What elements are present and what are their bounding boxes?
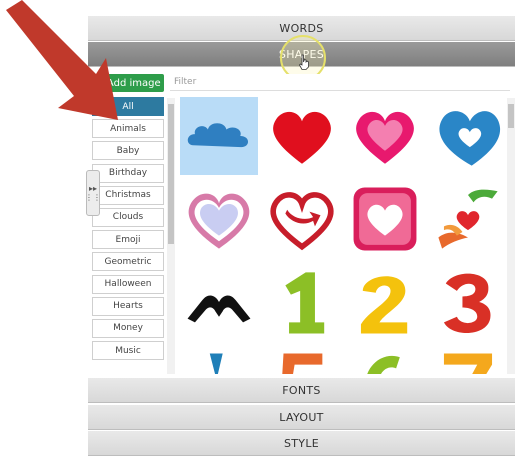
category-hearts[interactable]: Hearts xyxy=(92,296,164,316)
number-five-icon xyxy=(282,353,323,374)
hand-cursor-icon xyxy=(299,54,309,70)
category-clouds[interactable]: Clouds xyxy=(92,207,164,227)
shape-cloud[interactable] xyxy=(180,97,258,175)
shape-grid xyxy=(180,97,507,374)
shape-number-three[interactable] xyxy=(429,263,507,341)
grip-icon: ⋮⋮ xyxy=(85,193,101,202)
pointer-arrow-annotation xyxy=(6,0,118,120)
number-four-icon xyxy=(209,353,223,374)
panel-style[interactable]: STYLE xyxy=(88,431,515,456)
category-scrollbar[interactable] xyxy=(167,98,175,374)
category-emoji[interactable]: Emoji xyxy=(92,230,164,250)
shape-heart-square[interactable] xyxy=(346,180,424,258)
panel-fonts[interactable]: FONTS xyxy=(88,378,515,403)
blue-heart-icon xyxy=(439,111,501,166)
shape-number-one[interactable] xyxy=(263,263,341,341)
shape-heart[interactable] xyxy=(263,97,341,175)
outlined-heart-icon xyxy=(188,193,250,249)
shape-number-five[interactable] xyxy=(263,346,341,374)
shape-grid-scroll-thumb[interactable] xyxy=(508,104,514,128)
shape-grid-scrollbar[interactable] xyxy=(507,98,515,374)
heart-square-icon xyxy=(353,187,417,251)
number-two-icon xyxy=(360,276,408,334)
collapse-handle[interactable]: ▸▸ ⋮⋮ xyxy=(85,170,101,216)
number-one-icon xyxy=(285,272,325,334)
category-birthday[interactable]: Birthday xyxy=(92,163,164,183)
hands-heart-icon xyxy=(438,189,498,249)
shape-number-seven[interactable] xyxy=(429,346,507,374)
double-heart-icon xyxy=(356,111,414,164)
shape-hands-heart[interactable] xyxy=(429,180,507,258)
shape-number-four[interactable] xyxy=(180,346,258,374)
shape-number-two[interactable] xyxy=(346,263,424,341)
category-money[interactable]: Money xyxy=(92,318,164,338)
number-three-icon xyxy=(443,273,491,334)
filter-input[interactable] xyxy=(170,74,510,91)
shape-heart-double-outline[interactable] xyxy=(180,180,258,258)
heart-icon xyxy=(273,111,331,164)
hand-gesture-icon xyxy=(187,295,251,323)
category-halloween[interactable]: Halloween xyxy=(92,274,164,294)
heart-arrow-icon xyxy=(270,192,334,251)
number-seven-icon xyxy=(443,353,493,374)
category-geometric[interactable]: Geometric xyxy=(92,252,164,272)
category-music[interactable]: Music xyxy=(92,341,164,361)
shape-heart-arrow[interactable] xyxy=(263,180,341,258)
shape-heart-outline-blue[interactable] xyxy=(429,97,507,175)
cloud-icon xyxy=(187,123,249,148)
category-christmas[interactable]: Christmas xyxy=(92,185,164,205)
shape-heart-double[interactable] xyxy=(346,97,424,175)
panel-layout[interactable]: LAYOUT xyxy=(88,405,515,430)
double-chevron-right-icon: ▸▸ xyxy=(88,184,98,193)
shape-number-six[interactable] xyxy=(346,346,424,374)
category-baby[interactable]: Baby xyxy=(92,141,164,161)
category-list: All Animals Baby Birthday Christmas Clou… xyxy=(92,97,164,363)
category-scroll-thumb[interactable] xyxy=(168,104,174,244)
shape-hand-heart-gesture[interactable] xyxy=(180,263,258,341)
number-six-icon xyxy=(367,355,400,374)
